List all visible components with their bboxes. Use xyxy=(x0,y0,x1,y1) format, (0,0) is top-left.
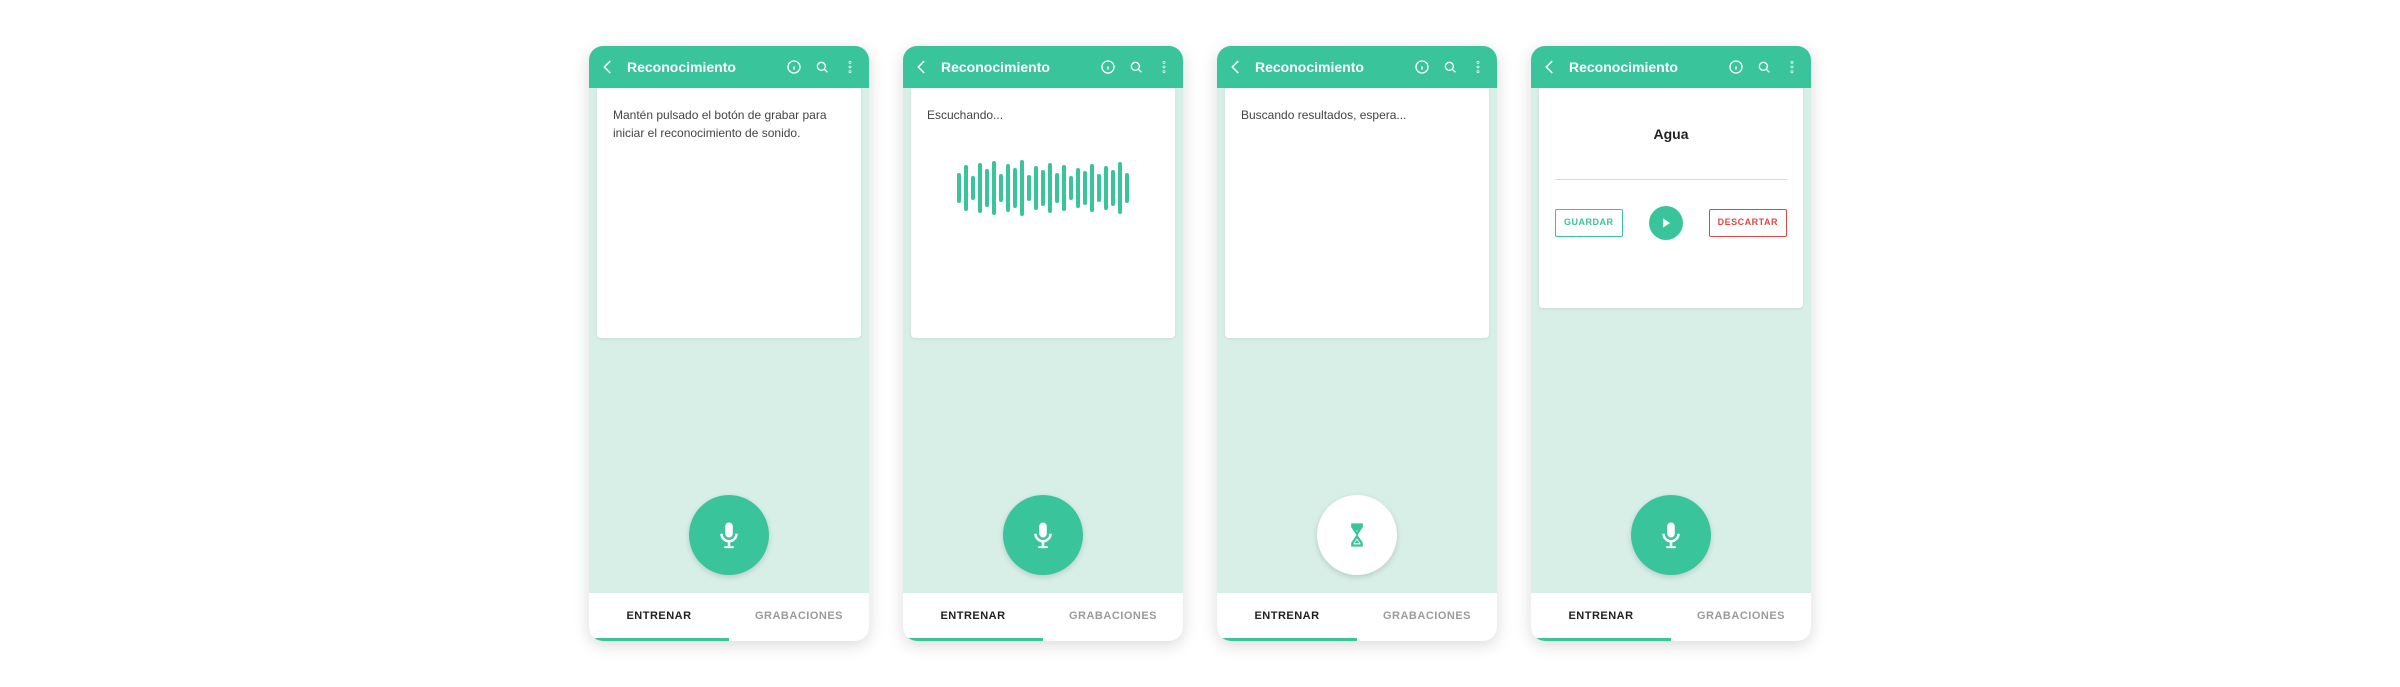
waveform xyxy=(927,148,1159,228)
record-button[interactable] xyxy=(1003,495,1083,575)
result-card: Agua GUARDAR DESCARTAR xyxy=(1539,88,1803,308)
back-icon[interactable] xyxy=(1227,58,1245,76)
result-label: Agua xyxy=(1555,124,1787,145)
searching-text: Buscando resultados, espera... xyxy=(1241,106,1473,124)
save-button[interactable]: GUARDAR xyxy=(1555,209,1623,237)
info-icon[interactable] xyxy=(1727,58,1745,76)
more-icon[interactable] xyxy=(1783,58,1801,76)
app-header: Reconocimiento xyxy=(903,46,1183,88)
discard-button[interactable]: DESCARTAR xyxy=(1709,209,1787,237)
tab-train[interactable]: ENTRENAR xyxy=(589,593,729,641)
search-icon[interactable] xyxy=(1127,58,1145,76)
app-header: Reconocimiento xyxy=(1217,46,1497,88)
record-button[interactable] xyxy=(1631,495,1711,575)
search-icon[interactable] xyxy=(1441,58,1459,76)
app-title: Reconocimiento xyxy=(627,59,775,75)
tab-train[interactable]: ENTRENAR xyxy=(1531,593,1671,641)
divider xyxy=(1555,179,1787,180)
tab-train[interactable]: ENTRENAR xyxy=(903,593,1043,641)
record-button[interactable] xyxy=(689,495,769,575)
back-icon[interactable] xyxy=(1541,58,1559,76)
more-icon[interactable] xyxy=(841,58,859,76)
instruction-text: Mantén pulsado el botón de grabar para i… xyxy=(613,106,845,142)
loading-indicator xyxy=(1317,495,1397,575)
search-icon[interactable] xyxy=(813,58,831,76)
tab-recordings[interactable]: GRABACIONES xyxy=(1043,593,1183,641)
bottom-tabs: ENTRENAR GRABACIONES xyxy=(1217,593,1497,641)
search-icon[interactable] xyxy=(1755,58,1773,76)
more-icon[interactable] xyxy=(1469,58,1487,76)
searching-card: Buscando resultados, espera... xyxy=(1225,88,1489,338)
bottom-tabs: ENTRENAR GRABACIONES xyxy=(589,593,869,641)
tab-recordings[interactable]: GRABACIONES xyxy=(729,593,869,641)
tab-recordings[interactable]: GRABACIONES xyxy=(1357,593,1497,641)
listening-text: Escuchando... xyxy=(927,106,1159,124)
app-header: Reconocimiento xyxy=(589,46,869,88)
app-title: Reconocimiento xyxy=(1255,59,1403,75)
screen-3-searching: Reconocimiento Buscando resultados, espe… xyxy=(1217,46,1497,641)
tab-recordings[interactable]: GRABACIONES xyxy=(1671,593,1811,641)
back-icon[interactable] xyxy=(599,58,617,76)
more-icon[interactable] xyxy=(1155,58,1173,76)
bottom-tabs: ENTRENAR GRABACIONES xyxy=(903,593,1183,641)
back-icon[interactable] xyxy=(913,58,931,76)
listening-card: Escuchando... xyxy=(911,88,1175,338)
bottom-tabs: ENTRENAR GRABACIONES xyxy=(1531,593,1811,641)
info-icon[interactable] xyxy=(785,58,803,76)
screen-1-idle: Reconocimiento Mantén pulsado el botón d… xyxy=(589,46,869,641)
screen-4-result: Reconocimiento Agua GUARDAR DESCARTAR xyxy=(1531,46,1811,641)
instruction-card: Mantén pulsado el botón de grabar para i… xyxy=(597,88,861,338)
app-title: Reconocimiento xyxy=(941,59,1089,75)
app-header: Reconocimiento xyxy=(1531,46,1811,88)
info-icon[interactable] xyxy=(1099,58,1117,76)
app-title: Reconocimiento xyxy=(1569,59,1717,75)
screen-2-listening: Reconocimiento Escuchando... ENTRENAR GR… xyxy=(903,46,1183,641)
tab-train[interactable]: ENTRENAR xyxy=(1217,593,1357,641)
play-button[interactable] xyxy=(1649,206,1683,240)
info-icon[interactable] xyxy=(1413,58,1431,76)
